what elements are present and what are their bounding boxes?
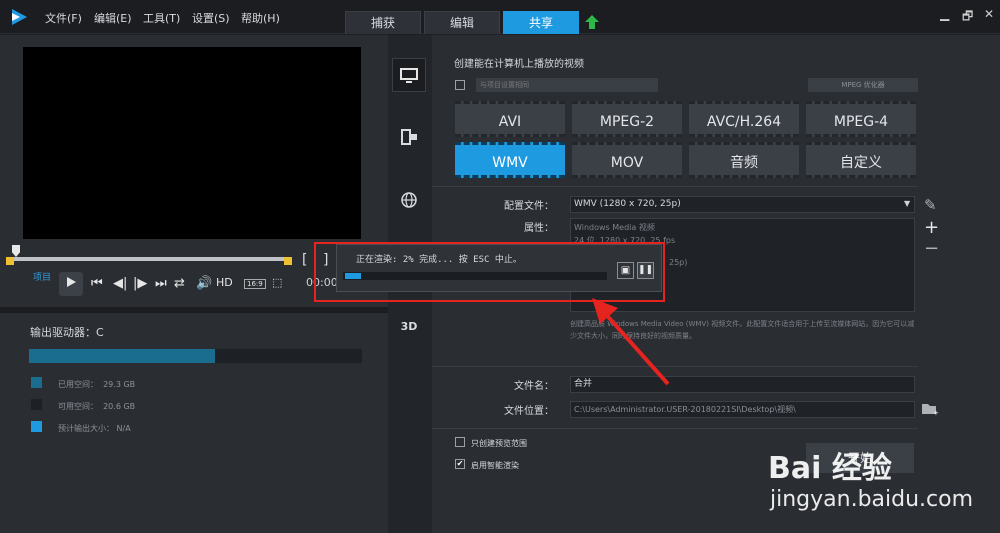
tab-edit[interactable]: 编辑 bbox=[424, 11, 500, 34]
preview-range-label: 只创建预览范围 bbox=[471, 439, 527, 448]
section-divider bbox=[432, 428, 918, 429]
used-space-label: 已用空间： 29.3 GB bbox=[58, 380, 136, 389]
tab-share[interactable]: 共享 bbox=[503, 11, 579, 34]
properties-label: 属性： bbox=[524, 223, 554, 234]
previous-frame-icon[interactable]: ◀| bbox=[113, 276, 127, 291]
device-icon[interactable] bbox=[392, 120, 426, 154]
trim-start-marker[interactable] bbox=[6, 257, 14, 265]
crop-icon[interactable]: ⬚ bbox=[272, 276, 282, 289]
repeat-icon[interactable]: ⇄ bbox=[174, 276, 185, 291]
smart-render-checkbox[interactable]: ✔ bbox=[455, 459, 465, 469]
drive-used-fill bbox=[29, 349, 215, 363]
edit-pencil-icon[interactable]: ✎ bbox=[924, 196, 937, 214]
watermark-url: jingyan.baidu.com bbox=[770, 487, 974, 512]
go-to-start-icon[interactable]: ⏮ bbox=[91, 276, 103, 291]
props-line: Windows Media 视频 bbox=[574, 223, 655, 232]
filename-label: 文件名： bbox=[514, 381, 554, 392]
next-frame-icon[interactable]: |▶ bbox=[133, 276, 147, 291]
menu-tools[interactable]: 工具(T) bbox=[143, 10, 180, 26]
profile-select[interactable]: WMV (1280 x 720, 25p) bbox=[570, 196, 915, 213]
format-audio-button[interactable]: 音频 bbox=[689, 142, 799, 178]
aspect-ratio-button[interactable]: 16:9 bbox=[244, 279, 266, 289]
chevron-down-icon[interactable]: ▼ bbox=[904, 199, 910, 208]
menu-settings[interactable]: 设置(S) bbox=[192, 10, 230, 26]
3d-icon[interactable]: 3D bbox=[392, 310, 426, 344]
trim-end-marker[interactable] bbox=[284, 257, 292, 265]
project-settings-checkbox[interactable] bbox=[455, 80, 465, 90]
format-mpeg4-button[interactable]: MPEG-4 bbox=[806, 101, 916, 137]
free-space-label: 可用空间： 20.6 GB bbox=[58, 402, 136, 411]
project-settings-select[interactable]: 与项目设置相同 bbox=[476, 78, 658, 92]
preview-range-checkbox[interactable] bbox=[455, 437, 465, 447]
props-line: 25p) bbox=[669, 258, 688, 267]
section-divider bbox=[432, 186, 918, 187]
format-h264-button[interactable]: AVC/H.264 bbox=[689, 101, 799, 137]
close-icon[interactable]: ✕ bbox=[984, 7, 994, 21]
browse-folder-icon[interactable]: + bbox=[921, 402, 939, 417]
preview-screen bbox=[23, 47, 361, 239]
format-wmv-button[interactable]: WMV bbox=[455, 142, 565, 178]
share-heading: 创建能在计算机上播放的视频 bbox=[454, 59, 584, 70]
minimize-icon[interactable]: ▁ bbox=[940, 7, 949, 21]
svg-text:+: + bbox=[933, 409, 939, 416]
menu-help[interactable]: 帮助(H) bbox=[241, 10, 280, 26]
estimated-size-label: 预计输出大小： N/A bbox=[58, 424, 131, 433]
format-mov-button[interactable]: MOV bbox=[572, 142, 682, 178]
web-globe-icon[interactable] bbox=[392, 183, 426, 217]
upload-arrow-icon[interactable] bbox=[584, 14, 600, 30]
format-avi-button[interactable]: AVI bbox=[455, 101, 565, 137]
format-custom-button[interactable]: 自定义 bbox=[806, 142, 916, 178]
used-space-swatch bbox=[31, 377, 42, 388]
annotation-arrow bbox=[592, 298, 670, 386]
computer-icon[interactable] bbox=[392, 58, 426, 92]
output-drive-label: 输出驱动器：C bbox=[30, 326, 104, 339]
baidu-jingyan-logo: Bai 经验 bbox=[768, 451, 892, 486]
filepath-input[interactable]: C:\Users\Administrator.USER-20180221SI\D… bbox=[570, 401, 915, 418]
free-space-swatch bbox=[31, 399, 42, 410]
app-logo-icon bbox=[10, 8, 28, 26]
profile-label: 配置文件： bbox=[504, 201, 554, 212]
menu-file[interactable]: 文件(F) bbox=[45, 10, 82, 26]
filepath-label: 文件位置： bbox=[504, 406, 554, 417]
mark-in-icon[interactable]: [ bbox=[302, 252, 307, 268]
menu-edit[interactable]: 编辑(E) bbox=[94, 10, 132, 26]
add-profile-icon[interactable]: + bbox=[924, 217, 939, 238]
annotation-highlight-box bbox=[314, 242, 665, 302]
smart-render-label: 启用智能渲染 bbox=[471, 461, 519, 470]
volume-icon[interactable]: 🔊 bbox=[196, 276, 212, 291]
restore-icon[interactable]: 🗗 bbox=[962, 7, 973, 28]
estimated-size-swatch bbox=[31, 421, 42, 432]
project-label[interactable]: 项目 bbox=[33, 270, 51, 283]
scrubber-track[interactable] bbox=[10, 257, 290, 261]
go-to-end-icon[interactable]: ⏭ bbox=[155, 276, 167, 291]
remove-profile-icon[interactable]: − bbox=[924, 238, 939, 259]
hd-preview-button[interactable]: HD bbox=[216, 276, 233, 289]
tab-capture[interactable]: 捕获 bbox=[345, 11, 421, 34]
mpeg-optimizer-button[interactable]: MPEG 优化器 bbox=[808, 78, 918, 92]
play-button[interactable] bbox=[59, 272, 83, 296]
format-mpeg2-button[interactable]: MPEG-2 bbox=[572, 101, 682, 137]
panel-divider[interactable] bbox=[0, 307, 388, 313]
